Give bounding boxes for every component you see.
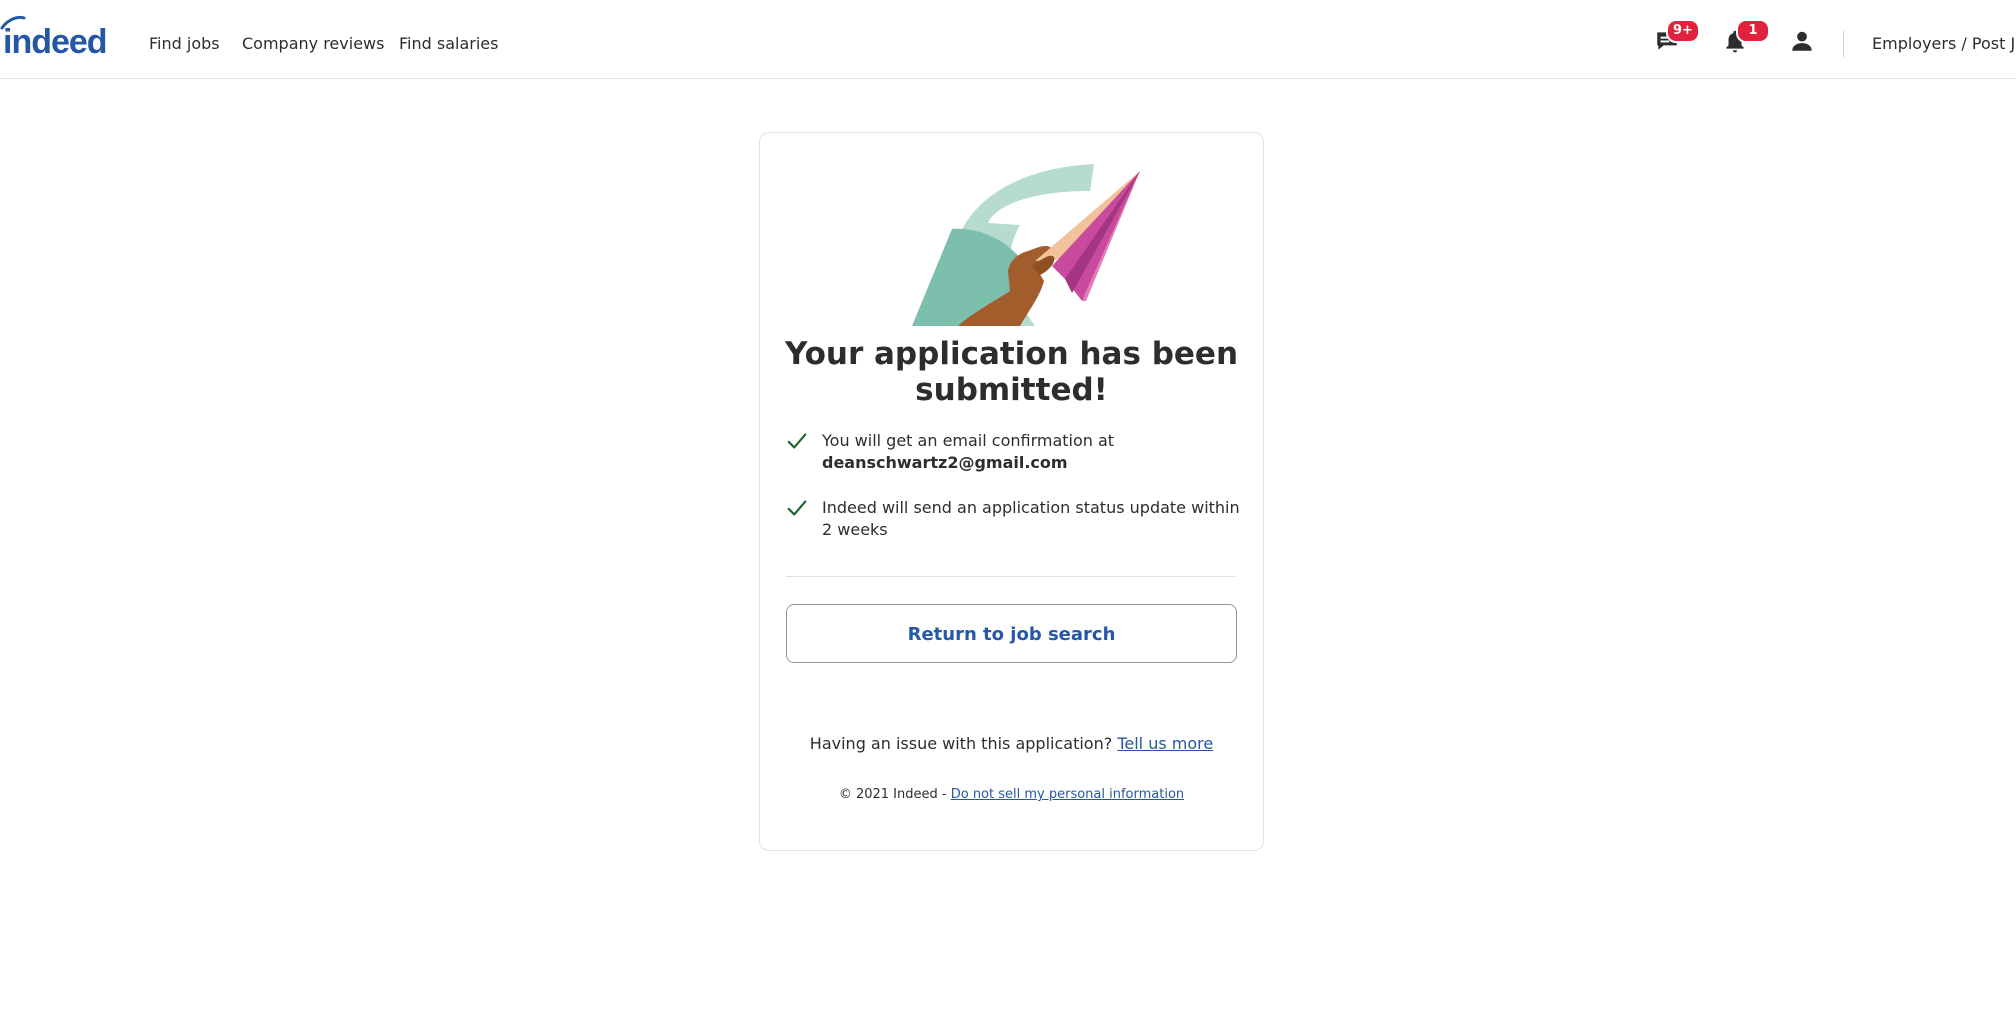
messages-button[interactable]: 9+ bbox=[1654, 19, 1700, 54]
nav-find-salaries[interactable]: Find salaries bbox=[399, 34, 498, 54]
section-divider bbox=[786, 576, 1236, 577]
confirmation-email-address: deanschwartz2@gmail.com bbox=[822, 453, 1068, 472]
tell-us-more-link[interactable]: Tell us more bbox=[1117, 734, 1213, 753]
nav-company-reviews[interactable]: Company reviews bbox=[242, 34, 384, 54]
do-not-sell-info-link[interactable]: Do not sell my personal information bbox=[951, 787, 1184, 802]
confirmation-email-text: You will get an email confirmation at de… bbox=[822, 430, 1252, 474]
employers-post-job-link[interactable]: Employers / Post Job bbox=[1872, 34, 2016, 54]
header-divider bbox=[1843, 31, 1844, 57]
svg-text:indeed: indeed bbox=[3, 23, 107, 61]
top-navigation-bar: indeed Find jobs Company reviews Find sa… bbox=[0, 0, 2016, 79]
application-submitted-card: Your application has been submitted! You… bbox=[759, 132, 1264, 851]
check-icon bbox=[787, 500, 807, 516]
page-title: Your application has been submitted! bbox=[784, 336, 1239, 408]
profile-button[interactable] bbox=[1789, 28, 1815, 54]
person-icon bbox=[1792, 31, 1812, 51]
messages-count-badge: 9+ bbox=[1666, 19, 1700, 43]
indeed-logo-mark: indeed bbox=[0, 15, 108, 61]
notifications-button[interactable]: 1 bbox=[1722, 19, 1770, 54]
copyright-text: © 2021 Indeed - bbox=[838, 787, 947, 802]
paper-plane-illustration bbox=[860, 161, 1160, 326]
status-update-text: Indeed will send an application status u… bbox=[822, 498, 1240, 539]
indeed-logo[interactable]: indeed bbox=[0, 14, 122, 62]
notifications-count-badge: 1 bbox=[1736, 19, 1770, 43]
return-to-job-search-button[interactable]: Return to job search bbox=[786, 604, 1237, 663]
email-confirmation-label: You will get an email confirmation at bbox=[822, 431, 1115, 450]
nav-find-jobs[interactable]: Find jobs bbox=[149, 34, 220, 54]
issue-prompt-text: Having an issue with this application? bbox=[809, 734, 1113, 753]
paper-plane-hand-image bbox=[912, 164, 1140, 326]
card-footer: © 2021 Indeed - Do not sell my personal … bbox=[760, 786, 1263, 804]
check-icon bbox=[787, 433, 807, 449]
issue-feedback-line: Having an issue with this application? T… bbox=[760, 733, 1263, 755]
